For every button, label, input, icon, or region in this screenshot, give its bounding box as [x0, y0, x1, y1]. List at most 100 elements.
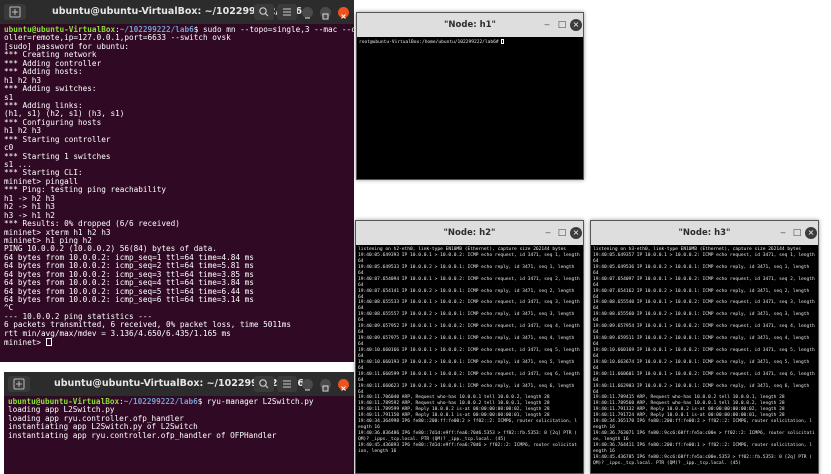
terminal-text: 19:40:08.655540 IP 10.0.0.1 > 10.0.0.2: … — [593, 300, 815, 306]
terminal-text: 19:40:08.655557 IP 10.0.0.2 > 10.0.0.1: … — [358, 312, 575, 318]
xterm-output[interactable]: listening on h2-eth0, link-type EN10MB (… — [356, 245, 583, 473]
xterm-output[interactable]: listening on h3-eth0, link-type EN10MB (… — [591, 245, 818, 473]
minimize-button[interactable]: ‒ — [541, 19, 553, 31]
terminal-text: 64 — [358, 282, 364, 288]
terminal-text: on, length 16 — [593, 437, 629, 442]
terminal-line: *** Configuring hosts — [4, 118, 354, 127]
terminal-text: 19:40:11.791724 ARP, Reply 10.0.0.1 is-a… — [593, 413, 785, 419]
terminal-text: 19:40:34.364998 IP6 fe80::200:ff:fe00:2 … — [358, 419, 577, 425]
terminal-text: 19:40:11.789560 ARP, Request who-has 10.… — [593, 401, 785, 407]
terminal-text: 19:40:36.836486 IP6 fe80::7d1d:e9ff:fea6… — [358, 431, 577, 437]
terminal-window-ryu[interactable]: ubuntu@ubuntu-VirtualBox: ~/102299222/la… — [4, 372, 354, 474]
close-icon: × — [572, 20, 580, 29]
maximize-icon: □ — [557, 20, 567, 30]
window-title: ubuntu@ubuntu-VirtualBox: ~/102299222/la… — [51, 6, 303, 17]
xterm-line: 19:40:11.660623 IP 10.0.0.2 > 10.0.0.1: … — [358, 384, 583, 390]
xterm-title-bar: "Node: h3" ‒ □ × — [591, 221, 818, 246]
xterm-line: 19:40:34.364998 IP6 fe80::200:ff:fe00:2 … — [358, 419, 583, 425]
terminal-line: mininet> — [4, 338, 354, 348]
terminal-text: 64 — [593, 318, 599, 324]
maximize-button[interactable]: □ — [556, 19, 568, 31]
maximize-button[interactable]: □ — [791, 227, 803, 239]
close-button[interactable] — [338, 7, 349, 19]
xterm-line: 19:40:05.649533 IP 10.0.0.2 > 10.0.0.1: … — [358, 265, 583, 271]
menu-button[interactable] — [277, 376, 297, 392]
terminal-text: 19:40:08.655533 IP 10.0.0.1 > 10.0.0.2: … — [358, 300, 580, 306]
terminal-text: 19:40:36.764411 IP6 fe80::200:ff:fe00:1 … — [593, 442, 812, 448]
close-button[interactable]: × — [805, 227, 817, 239]
minimize-button[interactable]: ‒ — [777, 227, 789, 239]
terminal-text: 64 — [358, 365, 364, 371]
minimize-button[interactable]: ‒ — [542, 227, 554, 239]
search-button[interactable] — [254, 376, 274, 392]
terminal-text: 19:40:11.660623 IP 10.0.0.2 > 10.0.0.1: … — [358, 383, 575, 389]
text-cursor — [45, 338, 52, 347]
close-button[interactable]: × — [570, 227, 582, 239]
terminal-text: 64 — [358, 294, 364, 300]
search-icon — [259, 7, 269, 17]
terminal-text: mininet> — [4, 338, 46, 348]
terminal-text: 19:40:05.649536 IP 10.0.0.2 > 10.0.0.1: … — [593, 264, 810, 270]
menu-button[interactable] — [277, 4, 297, 20]
xterm-line: 19:40:11.660601 IP 10.0.0.1 > 10.0.0.2: … — [593, 372, 818, 378]
terminal-text: 64 — [593, 342, 599, 347]
terminal-text: 64 — [593, 270, 599, 276]
terminal-text: 64 bytes from 10.0.0.2: icmp_seq=6 ttl=6… — [4, 295, 254, 304]
close-icon — [341, 386, 346, 391]
xterm-output[interactable]: root@ubuntu-VirtualBox:/home/ubuntu/1022… — [357, 37, 583, 179]
xterm-line: 19:40:07.654162 IP 10.0.0.2 > 10.0.0.1: … — [593, 289, 818, 295]
terminal-text: instantiating app ryu.controller.ofp_han… — [8, 430, 277, 440]
xterm-window-h3[interactable]: "Node: h3" ‒ □ × listening on h3-eth0, l… — [590, 220, 819, 474]
terminal-text: 64 — [593, 282, 599, 288]
xterm-line: 19:40:07.654141 IP 10.0.0.2 > 10.0.0.1: … — [358, 289, 583, 295]
terminal-text: ength 16 — [358, 425, 380, 431]
xterm-line: 19:40:09.657954 IP 10.0.0.1 > 10.0.0.2: … — [593, 324, 818, 330]
maximize-button[interactable]: □ — [556, 227, 568, 239]
terminal-line: 64 bytes from 10.0.0.2: icmp_seq=6 ttl=6… — [4, 295, 354, 304]
close-button[interactable] — [338, 379, 349, 391]
maximize-icon — [322, 385, 329, 392]
terminal-text: 19:40:11.706040 ARP, Request who-has 10.… — [358, 395, 550, 401]
search-button[interactable] — [254, 4, 274, 20]
xterm-window-h2[interactable]: "Node: h2" ‒ □ × listening on h2-eth0, l… — [355, 220, 584, 474]
terminal-line: *** Starting controller — [4, 135, 354, 144]
new-tab-button[interactable] — [4, 4, 26, 20]
xterm-line: 19:40:08.655540 IP 10.0.0.1 > 10.0.0.2: … — [593, 300, 818, 306]
maximize-button[interactable] — [320, 7, 331, 20]
terminal-text: ength 16 — [593, 448, 615, 454]
terminal-header-bar: ubuntu@ubuntu-VirtualBox: ~/102299222/la… — [0, 0, 354, 25]
terminal-line: h1 -> h2 h3 — [4, 194, 354, 203]
terminal-text: 64 — [358, 389, 364, 395]
terminal-line: *** Adding hosts: — [4, 67, 354, 76]
terminal-text: 19:40:05.649533 IP 10.0.0.2 > 10.0.0.1: … — [358, 264, 575, 270]
terminal-text: 19:40:11.660601 IP 10.0.0.1 > 10.0.0.2: … — [593, 371, 815, 377]
terminal-text: 64 — [593, 365, 599, 371]
terminal-text: QM)? _ipps._tcp.local. PTR (QM)? _ipp._t… — [593, 460, 741, 466]
maximize-button[interactable] — [320, 379, 331, 392]
terminal-line: h2 -> h1 h3 — [4, 202, 354, 211]
xterm-line: 19:40:10.660193 IP 10.0.0.2 > 10.0.0.1: … — [358, 360, 583, 366]
terminal-text: *** Adding switches: — [4, 84, 97, 94]
terminal-line: rtt min/avg/max/mdev = 3.136/4.650/6.435… — [4, 329, 354, 338]
terminal-output[interactable]: ubuntu@ubuntu-VirtualBox:~/102299222/lab… — [0, 24, 354, 362]
minimize-button[interactable] — [302, 7, 313, 19]
xterm-line: 19:40:05.649357 IP 10.0.0.1 > 10.0.0.2: … — [593, 253, 818, 259]
terminal-text: ion, length 16 — [358, 448, 397, 454]
xterm-line: 19:40:11.660599 IP 10.0.0.1 > 10.0.0.2: … — [358, 372, 583, 378]
terminal-text: 64 — [593, 306, 599, 312]
minimize-button[interactable] — [302, 379, 313, 391]
minimize-icon: ‒ — [780, 228, 786, 238]
terminal-text: 64 — [358, 270, 364, 276]
xterm-line: 19:40:11.662903 IP 10.0.0.2 > 10.0.0.1: … — [593, 384, 818, 390]
xterm-line: 19:40:34.365170 IP6 fe80::200:ff:fe00:2 … — [593, 419, 818, 425]
close-button[interactable]: × — [570, 19, 582, 31]
close-icon — [341, 14, 346, 19]
terminal-window-mininet[interactable]: ubuntu@ubuntu-VirtualBox: ~/102299222/la… — [0, 0, 354, 362]
terminal-text: 19:40:11.660599 IP 10.0.0.1 > 10.0.0.2: … — [358, 371, 580, 377]
new-tab-button[interactable] — [8, 376, 30, 392]
terminal-output[interactable]: ubuntu@ubuntu-VirtualBox:~/102299222/lab… — [4, 396, 354, 474]
terminal-text: QM)? _ipps._tcp.local. PTR (QM)? _ipp._t… — [358, 437, 506, 442]
xterm-title-bar: "Node: h1" ‒ □ × — [357, 13, 583, 38]
xterm-window-h1[interactable]: "Node: h1" ‒ □ × root@ubuntu-VirtualBox:… — [356, 12, 584, 180]
terminal-text: 19:40:09.657975 IP 10.0.0.2 > 10.0.0.1: … — [358, 336, 575, 342]
